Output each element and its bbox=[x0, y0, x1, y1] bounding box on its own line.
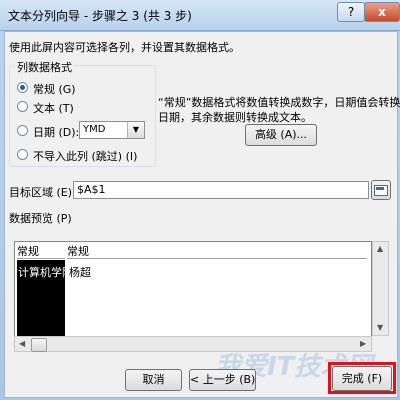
close-button[interactable]: x bbox=[364, 2, 400, 22]
help-button[interactable]: ? bbox=[337, 2, 365, 22]
scroll-thumb[interactable] bbox=[31, 338, 47, 352]
text-import-wizard-window: 文本分列向导 - 步骤之 3 (共 3 步) ? x 使用此屏内容可选择各列，并… bbox=[0, 0, 400, 400]
back-button[interactable]: < 上一步 (B) bbox=[189, 369, 256, 391]
radio-general[interactable] bbox=[17, 82, 28, 93]
date-format-select[interactable]: YMD ▼ bbox=[79, 121, 145, 139]
preview-cell-r1c1: 计算机学院 bbox=[18, 266, 73, 279]
scroll-left-icon[interactable]: ◀ bbox=[19, 339, 25, 348]
scroll-down-icon[interactable]: ▼ bbox=[377, 323, 383, 332]
radio-text-label[interactable]: 文本 (T) bbox=[33, 100, 74, 116]
preview-vertical-scrollbar[interactable]: ▲ ▼ bbox=[372, 241, 389, 336]
radio-text[interactable] bbox=[17, 101, 28, 112]
advanced-button[interactable]: 高级 (A)... bbox=[245, 124, 317, 146]
destination-input[interactable]: $A$1 bbox=[73, 181, 369, 199]
column-format-group-label: 列数据格式 bbox=[15, 59, 74, 75]
radio-skip-label[interactable]: 不导入此列 (跳过) (I) bbox=[33, 148, 137, 164]
chevron-down-icon[interactable]: ▼ bbox=[127, 122, 144, 138]
preview-header-col1[interactable]: 常规 bbox=[17, 245, 65, 259]
finish-highlight-box bbox=[328, 362, 396, 394]
radio-skip[interactable] bbox=[17, 149, 28, 160]
range-picker-icon bbox=[374, 185, 388, 196]
format-description-line1: “常规”数据格式将数值转换成数字，日期值会转换成 bbox=[158, 96, 400, 109]
cancel-button[interactable]: 取消 bbox=[125, 369, 182, 391]
range-picker-button[interactable] bbox=[371, 180, 391, 200]
preview-cell-r1c2: 杨超 bbox=[69, 266, 91, 279]
radio-date-label[interactable]: 日期 (D): bbox=[33, 124, 79, 140]
radio-general-label[interactable]: 常规 (G) bbox=[33, 81, 76, 97]
window-title: 文本分列向导 - 步骤之 3 (共 3 步) bbox=[8, 9, 192, 23]
title-bar[interactable]: 文本分列向导 - 步骤之 3 (共 3 步) ? x bbox=[0, 0, 400, 31]
format-description-line2: 日期，其余数据则转换成文本。 bbox=[158, 111, 312, 124]
scroll-up-icon[interactable]: ▲ bbox=[377, 244, 383, 253]
intro-text: 使用此屏内容可选择各列，并设置其数据格式。 bbox=[9, 41, 240, 54]
destination-label: 目标区域 (E): bbox=[9, 186, 76, 199]
date-format-value: YMD bbox=[83, 124, 106, 135]
data-preview[interactable]: 常规 常规 计算机学院 杨超 bbox=[14, 241, 372, 338]
preview-header-col2[interactable]: 常规 bbox=[67, 245, 367, 259]
preview-label: 数据预览 (P) bbox=[9, 212, 72, 225]
radio-date[interactable] bbox=[17, 125, 28, 136]
